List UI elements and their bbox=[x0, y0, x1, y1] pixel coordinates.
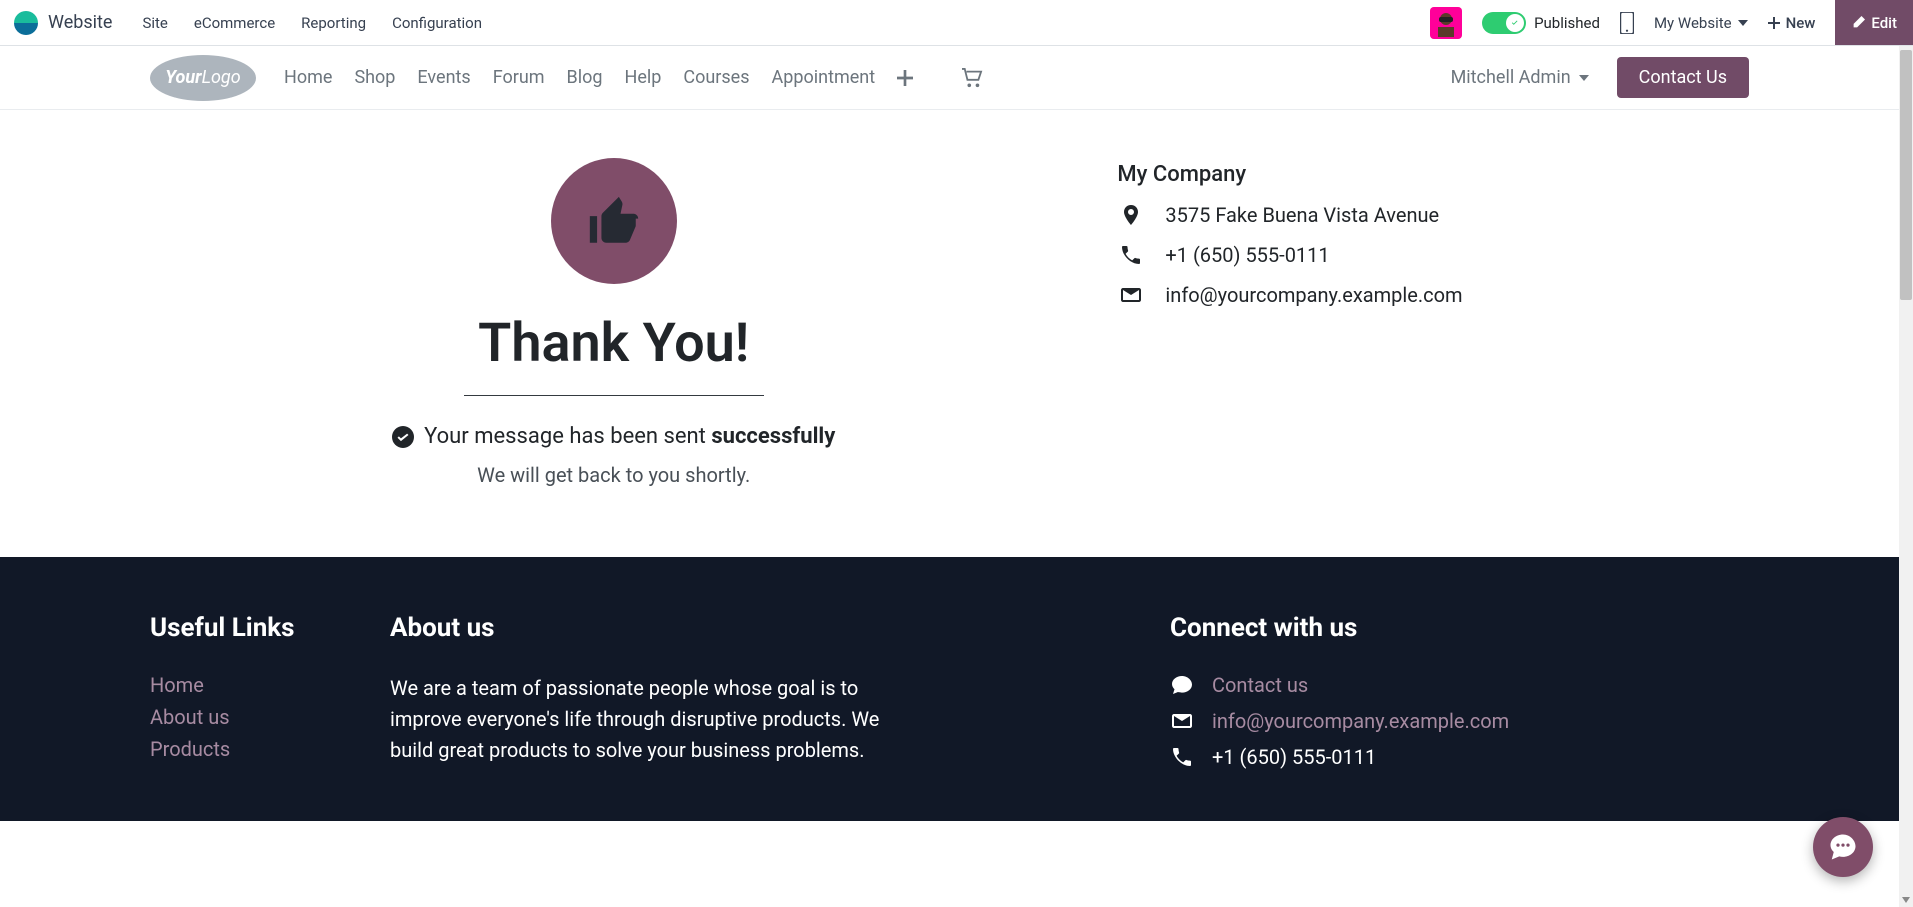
footer: Useful Links Home About us Products Abou… bbox=[0, 557, 1899, 821]
caret-down-icon bbox=[1738, 20, 1748, 26]
odoo-brand-icon bbox=[14, 11, 38, 35]
company-info: My Company 3575 Fake Buena Vista Avenue … bbox=[1117, 158, 1749, 487]
footer-link-about[interactable]: About us bbox=[150, 705, 230, 729]
cart-icon[interactable] bbox=[961, 68, 983, 88]
user-dropdown[interactable]: Mitchell Admin bbox=[1451, 67, 1589, 88]
thumbs-up-icon bbox=[585, 192, 643, 250]
company-phone-row: +1 (650) 555-0111 bbox=[1117, 243, 1749, 267]
page-content: YourLogo Home Shop Events Forum Blog Hel… bbox=[0, 46, 1899, 907]
admin-bar: Website Site eCommerce Reporting Configu… bbox=[0, 0, 1913, 46]
website-selector-label: My Website bbox=[1654, 14, 1732, 32]
company-email: info@yourcompany.example.com bbox=[1165, 283, 1462, 307]
connect-contact-link[interactable]: Contact us bbox=[1212, 673, 1308, 697]
company-phone: +1 (650) 555-0111 bbox=[1165, 243, 1329, 267]
footer-link-home[interactable]: Home bbox=[150, 673, 204, 697]
pencil-icon bbox=[1851, 16, 1865, 30]
published-label: Published bbox=[1534, 14, 1600, 32]
new-button-label: New bbox=[1786, 14, 1816, 32]
vertical-scrollbar[interactable] bbox=[1899, 46, 1913, 907]
thumbs-up-circle bbox=[551, 158, 677, 284]
about-title: About us bbox=[390, 613, 910, 643]
plus-icon bbox=[1768, 17, 1780, 29]
footer-link-products[interactable]: Products bbox=[150, 737, 230, 761]
connect-contact-row: Contact us bbox=[1170, 673, 1749, 697]
connect-email-link[interactable]: info@yourcompany.example.com bbox=[1212, 709, 1509, 733]
thank-you-section: Thank You! Your message has been sent su… bbox=[150, 158, 1077, 487]
check-icon bbox=[1510, 18, 1520, 28]
published-toggle[interactable] bbox=[1482, 12, 1526, 34]
site-logo[interactable]: YourLogo bbox=[150, 55, 256, 101]
phone-icon bbox=[1122, 246, 1140, 264]
nav-link-home[interactable]: Home bbox=[284, 67, 332, 88]
nav-right: Mitchell Admin Contact Us bbox=[1451, 57, 1749, 98]
shortly-text: We will get back to you shortly. bbox=[477, 463, 750, 487]
company-address: 3575 Fake Buena Vista Avenue bbox=[1165, 203, 1439, 227]
envelope-icon bbox=[1172, 714, 1192, 728]
envelope-icon bbox=[1121, 288, 1141, 302]
contact-us-button[interactable]: Contact Us bbox=[1617, 57, 1749, 98]
divider bbox=[464, 395, 764, 396]
nav-link-forum[interactable]: Forum bbox=[493, 67, 545, 88]
footer-spacer bbox=[970, 613, 1110, 781]
connect-phone[interactable]: +1 (650) 555-0111 bbox=[1212, 745, 1376, 769]
map-pin-icon bbox=[1124, 205, 1138, 225]
footer-useful-links: Useful Links Home About us Products bbox=[150, 613, 330, 781]
app-name[interactable]: Website bbox=[48, 12, 112, 33]
nav-link-shop[interactable]: Shop bbox=[354, 67, 395, 88]
site-nav: YourLogo Home Shop Events Forum Blog Hel… bbox=[0, 46, 1899, 110]
published-toggle-group: Published bbox=[1482, 12, 1600, 34]
scrollbar-thumb[interactable] bbox=[1900, 50, 1912, 300]
footer-connect: Connect with us Contact us info@yourcomp… bbox=[1170, 613, 1749, 781]
connect-title: Connect with us bbox=[1170, 613, 1749, 643]
connect-phone-row: +1 (650) 555-0111 bbox=[1170, 745, 1749, 769]
sent-strong: successfully bbox=[711, 424, 835, 449]
nav-link-blog[interactable]: Blog bbox=[567, 67, 603, 88]
connect-email-row: info@yourcompany.example.com bbox=[1170, 709, 1749, 733]
check-circle-icon bbox=[392, 426, 414, 448]
footer-about: About us We are a team of passionate peo… bbox=[390, 613, 910, 781]
nav-link-events[interactable]: Events bbox=[417, 67, 470, 88]
nav-link-appointment[interactable]: Appointment bbox=[772, 67, 876, 88]
company-address-row: 3575 Fake Buena Vista Avenue bbox=[1117, 203, 1749, 227]
nav-link-help[interactable]: Help bbox=[625, 67, 662, 88]
about-text: We are a team of passionate people whose… bbox=[390, 673, 910, 766]
nav-link-courses[interactable]: Courses bbox=[683, 67, 749, 88]
company-name: My Company bbox=[1117, 162, 1749, 187]
nav-links: Home Shop Events Forum Blog Help Courses… bbox=[284, 67, 983, 88]
nav-add-icon[interactable] bbox=[897, 70, 913, 86]
admin-menu-ecommerce[interactable]: eCommerce bbox=[194, 14, 275, 32]
edit-button-label: Edit bbox=[1871, 14, 1897, 32]
caret-down-icon bbox=[1579, 75, 1589, 81]
admin-menu: Website Site eCommerce Reporting Configu… bbox=[48, 12, 482, 33]
user-name: Mitchell Admin bbox=[1451, 67, 1571, 88]
useful-links-title: Useful Links bbox=[150, 613, 330, 643]
sent-message: Your message has been sent successfully bbox=[392, 424, 835, 449]
speech-bubble-icon bbox=[1172, 676, 1192, 694]
new-button[interactable]: New bbox=[1768, 14, 1816, 32]
thank-you-heading: Thank You! bbox=[478, 312, 749, 375]
chat-fab[interactable] bbox=[1813, 817, 1873, 877]
phone-icon bbox=[1173, 748, 1191, 766]
website-selector[interactable]: My Website bbox=[1654, 14, 1748, 32]
scroll-down-icon bbox=[1902, 897, 1910, 903]
user-avatar[interactable] bbox=[1430, 7, 1462, 39]
edit-button[interactable]: Edit bbox=[1835, 0, 1913, 45]
contact-us-label: Contact Us bbox=[1639, 67, 1727, 88]
company-email-row: info@yourcompany.example.com bbox=[1117, 283, 1749, 307]
admin-menu-site[interactable]: Site bbox=[142, 14, 167, 32]
sent-prefix: Your message has been sent bbox=[424, 424, 711, 449]
mobile-preview-icon[interactable] bbox=[1620, 12, 1634, 34]
admin-right: Published My Website New Edit bbox=[1430, 0, 1913, 45]
admin-menu-configuration[interactable]: Configuration bbox=[392, 14, 482, 32]
chat-icon bbox=[1828, 832, 1858, 862]
admin-menu-reporting[interactable]: Reporting bbox=[301, 14, 366, 32]
main-content: Thank You! Your message has been sent su… bbox=[0, 110, 1899, 557]
